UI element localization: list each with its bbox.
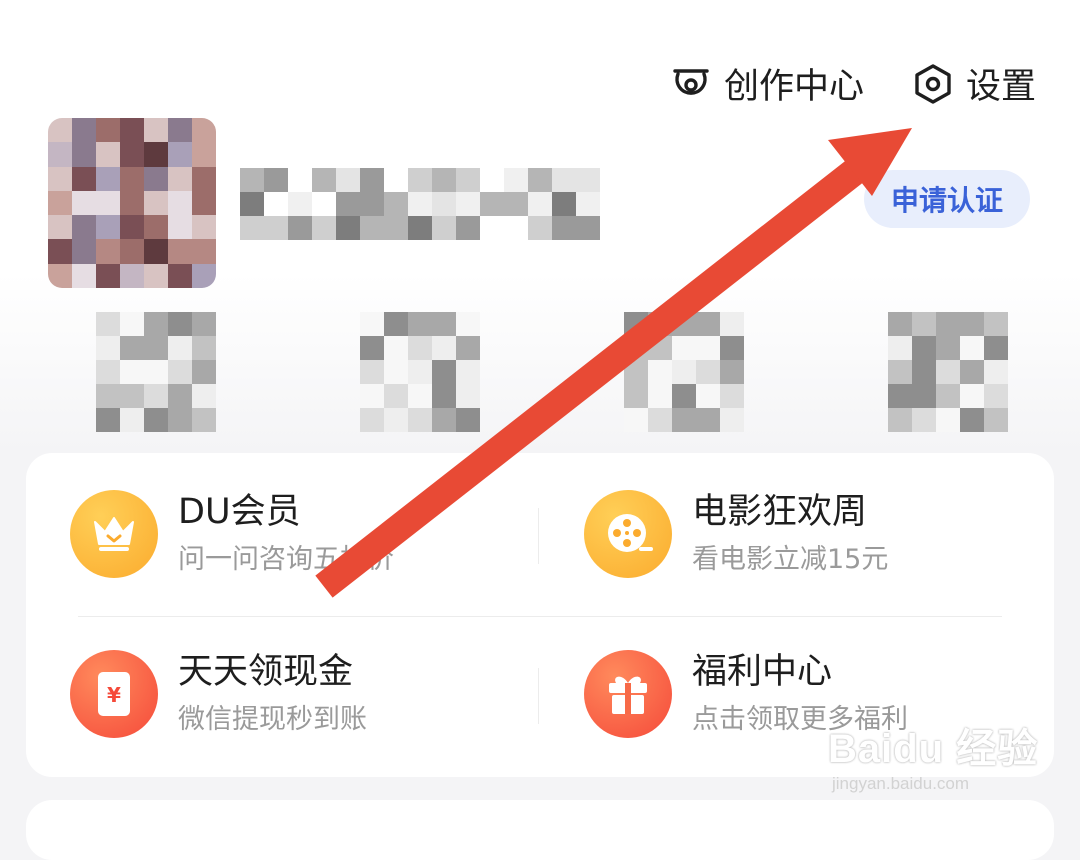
stat-item[interactable]	[888, 312, 1008, 432]
watermark-url: jingyan.baidu.com	[832, 774, 970, 793]
next-card	[26, 800, 1054, 860]
svg-text:¥: ¥	[107, 683, 121, 707]
service-title: DU会员	[178, 492, 301, 532]
service-title: 天天领现金	[178, 652, 354, 692]
settings-button[interactable]: 设置	[912, 58, 1036, 109]
service-title: 电影狂欢周	[692, 492, 868, 532]
service-subtitle: 问一问咨询五折价	[178, 544, 394, 575]
service-subtitle: 看电影立减15元	[692, 544, 889, 575]
watermark: Baidu 经验 jingyan.baidu.com	[828, 716, 1038, 794]
stat-item[interactable]	[96, 312, 216, 432]
daily-cash-item[interactable]: ¥ 天天领现金 微信提现秒到账	[70, 650, 367, 738]
crown-icon	[70, 490, 158, 578]
divider	[538, 668, 539, 724]
divider	[78, 616, 1002, 617]
movie-week-item[interactable]: 电影狂欢周 看电影立减15元	[584, 490, 888, 578]
top-actions: 创作中心 设置	[670, 58, 1036, 109]
stat-item[interactable]	[360, 312, 480, 432]
gift-icon	[584, 650, 672, 738]
apply-verification-label: 申请认证	[890, 184, 1003, 217]
apply-verification-button[interactable]: 申请认证	[864, 170, 1030, 228]
watermark-logo: Baidu 经验	[828, 727, 1039, 771]
stat-item[interactable]	[624, 312, 744, 432]
red-envelope-icon: ¥	[70, 650, 158, 738]
settings-label: 设置	[965, 67, 1036, 107]
avatar[interactable]	[48, 118, 216, 288]
du-member-item[interactable]: DU会员 问一问咨询五折价	[70, 490, 394, 578]
film-reel-icon	[584, 490, 672, 578]
settings-icon	[915, 63, 951, 104]
service-title: 福利中心	[692, 652, 833, 692]
creator-center-button[interactable]: 创作中心	[670, 58, 864, 109]
creator-center-icon	[673, 68, 709, 95]
service-subtitle: 微信提现秒到账	[178, 704, 367, 735]
username-blurred	[240, 168, 600, 240]
divider	[538, 508, 539, 564]
creator-center-label: 创作中心	[723, 67, 864, 107]
